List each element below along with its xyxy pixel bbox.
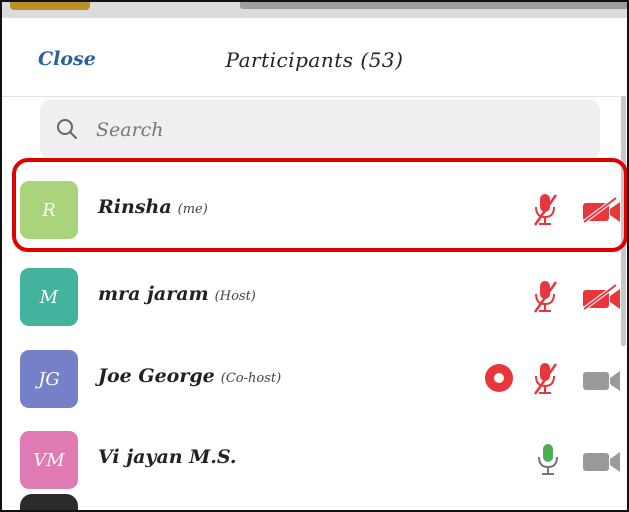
search-bar[interactable]	[40, 100, 600, 158]
participant-row[interactable]: M mra jaram (Host)	[2, 257, 627, 335]
search-input[interactable]	[94, 116, 578, 144]
participant-name: mra jaram	[98, 283, 209, 305]
participant-name: Vi jayan M.S.	[98, 446, 237, 468]
status-bar	[2, 2, 627, 18]
avatar: M	[20, 268, 78, 326]
camera-off-icon[interactable]	[582, 366, 622, 392]
avatar	[20, 494, 78, 510]
camera-off-icon[interactable]	[582, 284, 622, 310]
participant-row[interactable]: JG Joe George (Co-host)	[2, 339, 627, 417]
participant-role: (Co-host)	[220, 371, 282, 386]
participant-name-group: Joe George (Co-host)	[98, 365, 281, 387]
mic-on-icon[interactable]	[535, 442, 561, 478]
avatar: JG	[20, 350, 78, 408]
participant-row[interactable]: VM Vi jayan M.S.	[2, 420, 627, 498]
participant-name: Joe George	[98, 365, 215, 387]
avatar: VM	[20, 431, 78, 489]
header: Close Participants (53)	[2, 18, 627, 97]
mic-muted-icon[interactable]	[532, 361, 558, 397]
participant-name-group: mra jaram (Host)	[98, 283, 256, 305]
page-title: Participants (53)	[225, 48, 404, 72]
status-bar-icons	[240, 2, 627, 9]
recording-icon	[485, 364, 513, 392]
mic-muted-icon[interactable]	[532, 279, 558, 315]
participant-name-group: Vi jayan M.S.	[98, 446, 243, 468]
participant-role: (Host)	[214, 289, 256, 304]
status-bar-left	[10, 2, 90, 10]
participants-screen: Close Participants (53) R Rinsha(me)	[0, 0, 629, 512]
camera-off-icon[interactable]	[582, 447, 622, 473]
highlight-box	[12, 158, 627, 252]
search-icon	[57, 119, 77, 139]
